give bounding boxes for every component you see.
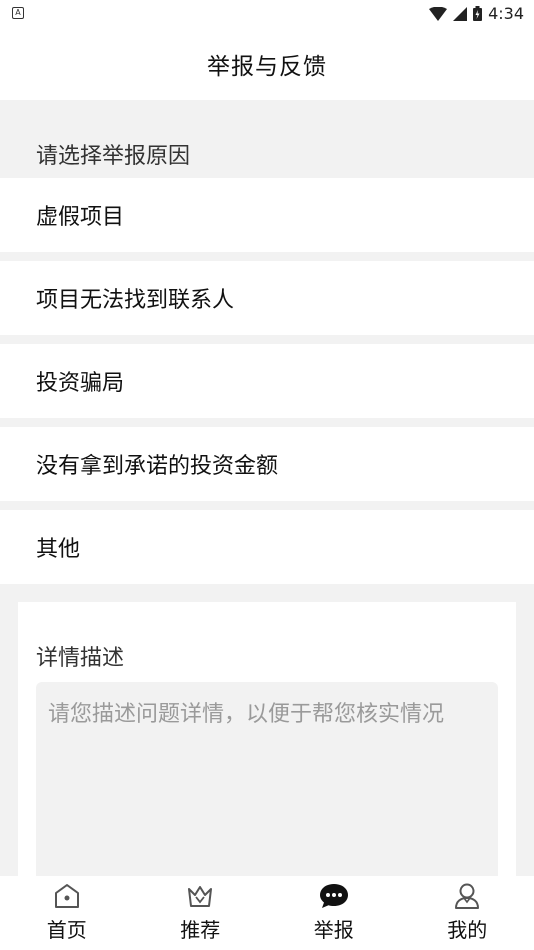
tab-label: 首页 [46, 918, 87, 942]
battery-icon [473, 6, 483, 21]
tab-mine[interactable]: 我的 [401, 876, 534, 950]
home-icon [51, 880, 83, 912]
reason-option-investment-scam[interactable]: 投资骗局 [0, 344, 534, 418]
reason-option-other[interactable]: 其他 [0, 510, 534, 584]
reason-option-label: 虚假项目 [36, 205, 125, 230]
reason-option-no-promised-amount[interactable]: 没有拿到承诺的投资金额 [0, 427, 534, 501]
bottom-tab-bar: 首页 推荐 举报 我的 [0, 876, 534, 950]
reason-section-label: 请选择举报原因 [36, 144, 191, 169]
crown-icon [184, 880, 216, 912]
reason-option-label: 没有拿到承诺的投资金额 [36, 454, 279, 479]
wifi-icon [429, 6, 448, 21]
cell-signal-icon [453, 6, 468, 21]
status-time: 4:34 [488, 4, 524, 23]
tab-report[interactable]: 举报 [267, 876, 401, 950]
notification-badge-icon: A [12, 7, 24, 19]
tab-label: 我的 [447, 918, 488, 942]
reason-option-label: 其他 [36, 537, 81, 562]
status-bar: A 4:34 [0, 0, 534, 28]
detail-card: 详情描述 [18, 602, 516, 902]
tab-home[interactable]: 首页 [0, 876, 134, 950]
tab-recommend[interactable]: 推荐 [134, 876, 268, 950]
page-title: 举报与反馈 [207, 54, 327, 80]
tab-label: 推荐 [180, 918, 221, 942]
reason-option-fake-project[interactable]: 虚假项目 [0, 178, 534, 252]
reason-option-label: 投资骗局 [36, 371, 125, 396]
reason-option-no-contact[interactable]: 项目无法找到联系人 [0, 261, 534, 335]
reason-option-label: 项目无法找到联系人 [36, 288, 235, 313]
chat-bubble-icon [318, 880, 350, 912]
detail-textarea[interactable] [36, 682, 498, 902]
detail-label: 详情描述 [36, 646, 125, 671]
user-icon [451, 880, 483, 912]
page-header: 举报与反馈 [0, 28, 534, 100]
status-icons: 4:34 [429, 4, 524, 23]
tab-label: 举报 [313, 918, 354, 942]
